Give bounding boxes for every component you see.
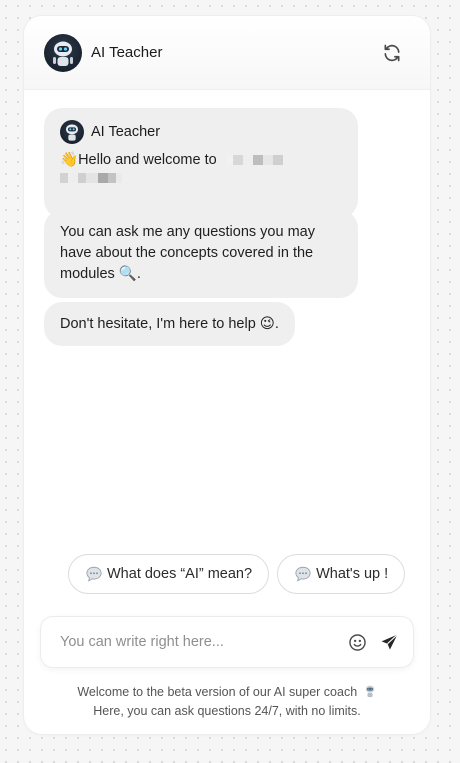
message-sender: AI Teacher: [91, 123, 161, 140]
redacted-text: [60, 173, 342, 183]
send-icon: [381, 633, 398, 650]
suggestion-label: What's up !: [316, 566, 389, 582]
refresh-button[interactable]: [380, 41, 404, 65]
message-input[interactable]: [60, 634, 337, 650]
footer-note: Welcome to the beta version of our AI su…: [24, 684, 430, 720]
robot-avatar-icon: [44, 33, 82, 72]
suggestion-chip-ai-meaning[interactable]: What does “AI” mean?: [68, 554, 270, 594]
suggestion-chip-whats-up[interactable]: What's up !: [277, 554, 406, 594]
message-input-bar: [41, 617, 413, 667]
message-list: AI Teacher 👋Hello and welcome to You can…: [44, 108, 414, 346]
magnifier-emoji-icon: 🔍: [118, 266, 137, 282]
send-button[interactable]: [377, 630, 401, 654]
speech-bubble-icon: [294, 565, 312, 583]
message-bubble: Don't hesitate, I'm here to help 😉.: [44, 302, 295, 346]
message-text: You can ask me any questions you may hav…: [60, 224, 315, 282]
suggestion-chips: What does “AI” mean? What's up !: [68, 554, 406, 594]
wink-emoji-icon: 😉: [259, 316, 275, 332]
message-bubble: AI Teacher 👋Hello and welcome to: [44, 108, 358, 218]
chat-panel: AI Teacher AI Teacher 👋Hello and welcome…: [24, 16, 430, 734]
speech-bubble-icon: [85, 565, 103, 583]
smiley-icon: [348, 633, 366, 651]
chat-header: AI Teacher: [24, 16, 430, 90]
message-bubble: You can ask me any questions you may hav…: [44, 210, 358, 298]
suggestion-label: What does “AI” mean?: [107, 566, 253, 582]
footer-line-2: Here, you can ask questions 24/7, with n…: [93, 704, 361, 718]
header-title: AI Teacher: [91, 44, 163, 61]
refresh-icon: [384, 44, 400, 62]
robot-avatar-icon: [363, 684, 377, 703]
redacted-text: [226, 155, 283, 166]
footer-line-1: Welcome to the beta version of our AI su…: [77, 685, 358, 699]
wave-emoji-icon: 👋: [60, 152, 79, 168]
message-text: Don't hesitate, I'm here to help: [60, 316, 256, 332]
emoji-button[interactable]: [345, 630, 369, 654]
message-text: 👋Hello and welcome to: [60, 150, 342, 171]
robot-avatar-icon: [60, 120, 84, 144]
